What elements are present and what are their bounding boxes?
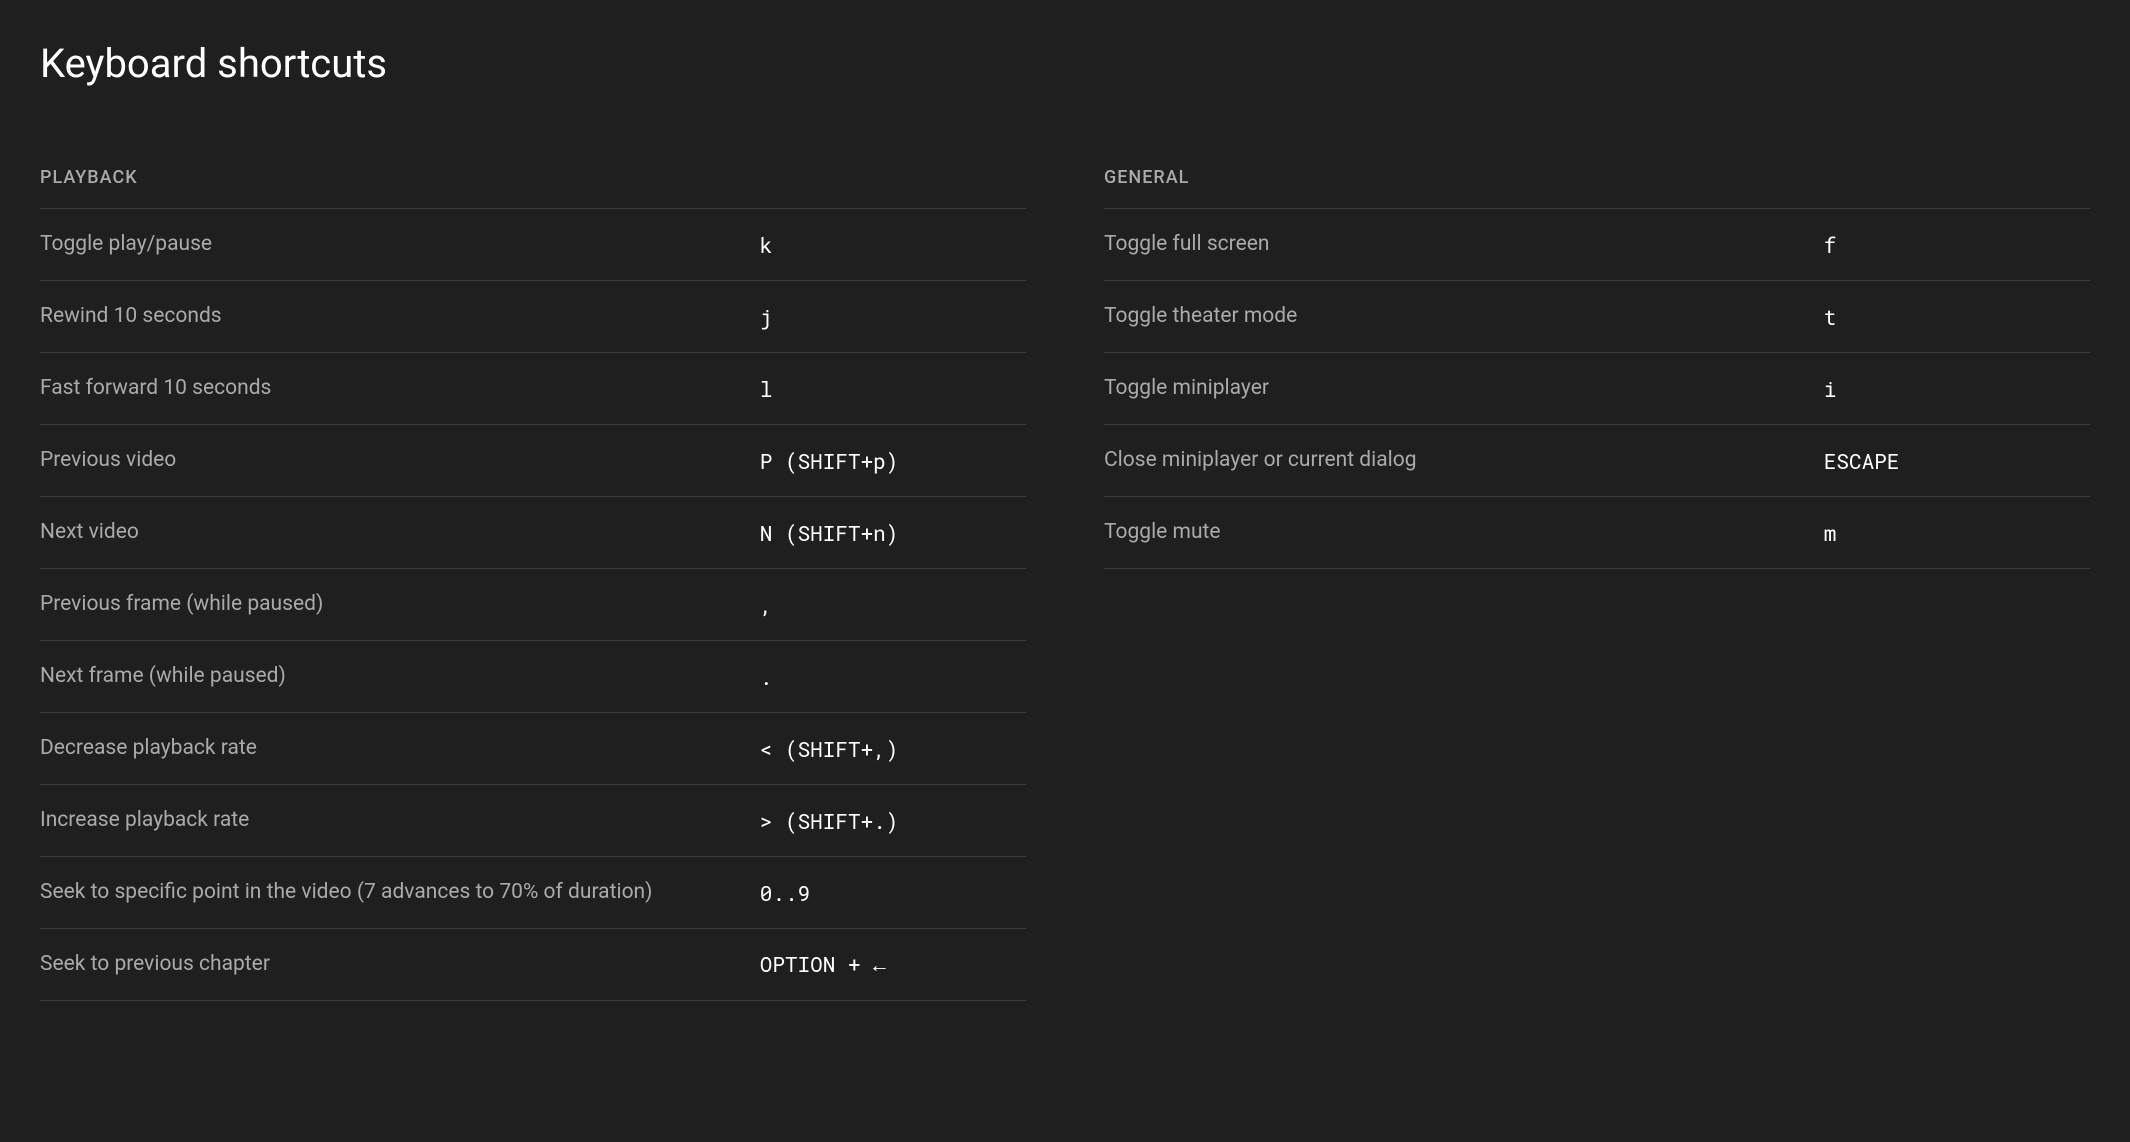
shortcut-key: j [760,303,1026,331]
playback-header: PLAYBACK [40,167,1026,209]
shortcut-label: Toggle mute [1104,518,1824,547]
shortcut-label: Previous video [40,446,760,475]
shortcut-row: Decrease playback rate < (SHIFT+,) [40,713,1026,785]
playback-column: PLAYBACK Toggle play/pause k Rewind 10 s… [40,167,1026,1001]
shortcut-key: OPTION + ← [760,950,1026,979]
shortcut-row: Next frame (while paused) . [40,641,1026,713]
shortcuts-dialog: Keyboard shortcuts PLAYBACK Toggle play/… [0,0,2130,1001]
shortcut-row: Close miniplayer or current dialog ESCAP… [1104,425,2090,497]
shortcut-key: f [1824,231,2090,259]
shortcut-label: Previous frame (while paused) [40,590,760,619]
page-title: Keyboard shortcuts [40,40,2090,87]
shortcut-label: Next video [40,518,760,547]
shortcut-row: Seek to specific point in the video (7 a… [40,857,1026,929]
shortcut-label: Toggle play/pause [40,230,760,259]
shortcut-label: Close miniplayer or current dialog [1104,446,1824,475]
shortcut-row: Increase playback rate > (SHIFT+.) [40,785,1026,857]
shortcut-label: Decrease playback rate [40,734,760,763]
shortcut-row: Seek to previous chapter OPTION + ← [40,929,1026,1001]
shortcut-label: Toggle miniplayer [1104,374,1824,403]
shortcut-row: Next video N (SHIFT+n) [40,497,1026,569]
shortcut-label: Seek to previous chapter [40,950,760,979]
shortcut-key: > (SHIFT+.) [760,807,1026,835]
columns-wrapper: PLAYBACK Toggle play/pause k Rewind 10 s… [40,167,2090,1001]
shortcut-key: . [760,663,1026,691]
shortcut-key: , [760,591,1026,619]
shortcut-key: l [760,375,1026,403]
shortcut-label: Seek to specific point in the video (7 a… [40,878,760,907]
shortcut-key: i [1824,375,2090,403]
shortcut-label: Increase playback rate [40,806,760,835]
shortcut-key: k [760,231,1026,259]
shortcut-row: Fast forward 10 seconds l [40,353,1026,425]
shortcut-key: P (SHIFT+p) [760,447,1026,475]
shortcut-row: Previous video P (SHIFT+p) [40,425,1026,497]
shortcut-row: Toggle play/pause k [40,209,1026,281]
shortcut-key: t [1824,303,2090,331]
shortcut-label: Toggle theater mode [1104,302,1824,331]
shortcut-key: < (SHIFT+,) [760,735,1026,763]
shortcut-row: Rewind 10 seconds j [40,281,1026,353]
shortcut-key: N (SHIFT+n) [760,519,1026,547]
shortcut-key: m [1824,519,2090,547]
shortcut-row: Previous frame (while paused) , [40,569,1026,641]
shortcut-key: 0..9 [760,879,1026,907]
shortcut-label: Fast forward 10 seconds [40,374,760,403]
general-header: GENERAL [1104,167,2090,209]
shortcut-row: Toggle theater mode t [1104,281,2090,353]
shortcut-row: Toggle mute m [1104,497,2090,569]
shortcut-key: ESCAPE [1824,447,2090,475]
shortcut-row: Toggle full screen f [1104,209,2090,281]
shortcut-label: Next frame (while paused) [40,662,760,691]
shortcut-label: Toggle full screen [1104,230,1824,259]
shortcut-label: Rewind 10 seconds [40,302,760,331]
general-column: GENERAL Toggle full screen f Toggle thea… [1104,167,2090,1001]
shortcut-row: Toggle miniplayer i [1104,353,2090,425]
